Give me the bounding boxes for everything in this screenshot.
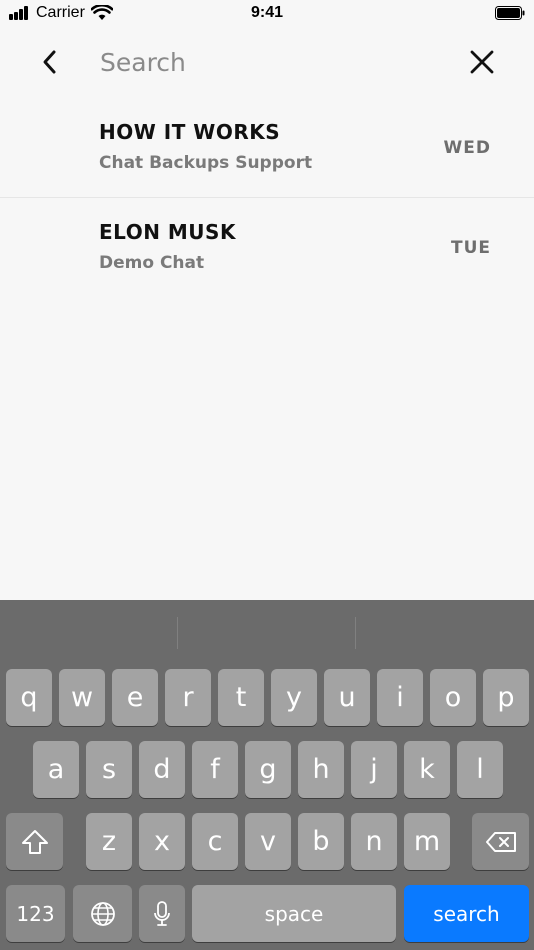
chat-title: HOW IT WORKS	[99, 120, 281, 144]
chat-subtitle: Demo Chat	[99, 253, 205, 273]
backspace-icon	[485, 831, 516, 852]
shift-icon	[21, 829, 48, 854]
key-s[interactable]: s	[86, 741, 132, 798]
chat-results-list: HOW IT WORKS Chat Backups Support WED EL…	[0, 98, 534, 297]
key-q[interactable]: q	[6, 669, 52, 726]
key-i[interactable]: i	[377, 669, 423, 726]
key-u[interactable]: u	[324, 669, 370, 726]
key-p[interactable]: p	[483, 669, 529, 726]
key-r[interactable]: r	[165, 669, 211, 726]
key-a[interactable]: a	[33, 741, 79, 798]
key-l[interactable]: l	[457, 741, 503, 798]
key-d[interactable]: d	[139, 741, 185, 798]
numbers-key[interactable]: 123	[6, 885, 65, 942]
chat-title: ELON MUSK	[99, 220, 236, 244]
status-time: 9:41	[250, 4, 284, 21]
key-k[interactable]: k	[404, 741, 450, 798]
microphone-key[interactable]	[139, 885, 185, 942]
chat-day: WED	[443, 138, 491, 158]
key-m[interactable]: m	[404, 813, 450, 870]
globe-icon	[90, 901, 115, 926]
key-v[interactable]: v	[245, 813, 291, 870]
chat-day: TUE	[450, 238, 491, 258]
space-key[interactable]: space	[192, 885, 396, 942]
chevron-left-icon	[43, 50, 56, 74]
battery-icon	[495, 6, 525, 20]
key-h[interactable]: h	[298, 741, 344, 798]
key-j[interactable]: j	[351, 741, 397, 798]
key-w[interactable]: w	[59, 669, 105, 726]
keyboard: q w e r t y u i o p a s d f g h j k l z …	[0, 600, 534, 950]
key-f[interactable]: f	[192, 741, 238, 798]
chat-list-item[interactable]: HOW IT WORKS Chat Backups Support WED	[0, 98, 534, 198]
chat-list-item[interactable]: ELON MUSK Demo Chat TUE	[0, 198, 534, 297]
clear-search-button[interactable]	[462, 42, 502, 82]
backspace-key[interactable]	[472, 813, 529, 870]
key-x[interactable]: x	[139, 813, 185, 870]
shift-key[interactable]	[6, 813, 63, 870]
key-t[interactable]: t	[218, 669, 264, 726]
search-header	[0, 28, 534, 98]
back-button[interactable]	[30, 42, 70, 82]
search-input[interactable]	[100, 42, 440, 82]
search-key[interactable]: search	[404, 885, 529, 942]
key-o[interactable]: o	[430, 669, 476, 726]
globe-key[interactable]	[73, 885, 132, 942]
predictive-divider	[355, 617, 356, 649]
key-c[interactable]: c	[192, 813, 238, 870]
chat-subtitle: Chat Backups Support	[99, 153, 313, 173]
predictive-divider	[177, 617, 178, 649]
key-z[interactable]: z	[86, 813, 132, 870]
key-e[interactable]: e	[112, 669, 158, 726]
predictive-bar	[0, 600, 534, 660]
status-bar: Carrier 9:41	[0, 0, 534, 28]
key-n[interactable]: n	[351, 813, 397, 870]
key-g[interactable]: g	[245, 741, 291, 798]
microphone-icon	[154, 900, 170, 926]
key-b[interactable]: b	[298, 813, 344, 870]
key-y[interactable]: y	[271, 669, 317, 726]
close-icon	[470, 50, 494, 74]
